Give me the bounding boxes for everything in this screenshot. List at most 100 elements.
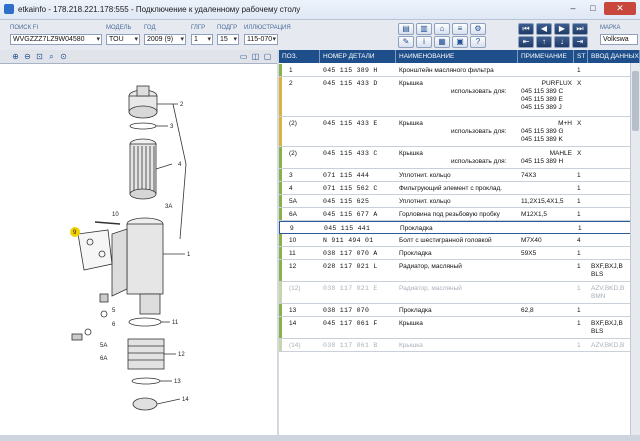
minimize-button[interactable]: –	[564, 2, 582, 15]
next-illustration-icon[interactable]: ▶	[554, 23, 570, 35]
table-row[interactable]: (14) 038 117 061 B Крышка 1 AZV,BKD,B	[279, 339, 640, 352]
cell-st: 1	[577, 320, 581, 327]
car-icon[interactable]: ⌂	[434, 23, 450, 35]
col-header-data-entry[interactable]: ВВОД ДАННЫХ	[588, 50, 640, 63]
maximize-button[interactable]: □	[584, 2, 602, 15]
row-marker	[279, 317, 282, 338]
cell-name: Прокладка	[399, 250, 432, 257]
cell-use-part: 045 115 389 C	[521, 88, 564, 95]
table-row[interactable]: (12) 038 117 021 E Радиатор, масляный 1 AZV,…	[279, 282, 640, 304]
help-icon[interactable]: ?	[470, 36, 486, 48]
cell-pos: 5A	[289, 198, 297, 205]
info-icon[interactable]: i	[416, 36, 432, 48]
cell-st: X	[577, 80, 582, 87]
cell-part-number: 045 115 389 H	[323, 67, 378, 74]
cell-use-part: 045 115 389 E	[521, 96, 563, 103]
cart-icon[interactable]: ▥	[416, 23, 432, 35]
cell-note: PURFLUX	[541, 80, 572, 87]
notes-icon[interactable]: ✎	[398, 36, 414, 48]
illustration-select[interactable]: 115-070	[244, 34, 278, 45]
callout-6[interactable]: 6	[112, 322, 116, 328]
col-header-note[interactable]: ПРИМЕЧАНИЕ	[518, 50, 574, 63]
catalog-icon[interactable]: ▦	[434, 36, 450, 48]
callout-5a[interactable]: 5A	[100, 343, 107, 349]
table-row[interactable]: 5A 045 115 625 Уплотнит. кольцо 11,2X15,4X1…	[279, 195, 640, 208]
callout-14[interactable]: 14	[182, 397, 189, 403]
prev-illustration-icon[interactable]: ◀	[536, 23, 552, 35]
zoom-fit-icon[interactable]: ⊡	[34, 52, 45, 62]
cell-pos: 6A	[289, 211, 297, 218]
brand-label: МАРКА	[600, 25, 621, 31]
table-row[interactable]: 2 045 115 433 D Крышка PURFLUX использовать …	[279, 77, 640, 117]
table-row[interactable]: (2) 045 115 433 E Крышка M+H использовать дл…	[279, 117, 640, 147]
last-illustration-icon[interactable]: ⏭	[572, 23, 588, 35]
cell-part-number: 038 117 021 E	[323, 285, 378, 292]
vin-field[interactable]: WVGZZZ7LZ9W04580	[10, 34, 102, 45]
col-header-st[interactable]: ST	[574, 50, 588, 63]
callout-12[interactable]: 12	[178, 352, 185, 358]
cell-part-number: 045 115 433 D	[323, 80, 378, 87]
list-icon[interactable]: ≡	[452, 23, 468, 35]
callout-5[interactable]: 5	[112, 308, 116, 314]
magnifier-icon[interactable]: ⊙	[58, 52, 69, 62]
callout-3a[interactable]: 3A	[165, 204, 172, 210]
table-row[interactable]: 3 071 115 444 Уплотнит. кольцо 74X3 1	[279, 169, 640, 182]
first-illustration-icon[interactable]: ⏮	[518, 23, 534, 35]
row-marker	[279, 64, 282, 76]
table-row[interactable]: 14 045 117 061 F Крышка 1 BXF,BXJ,B BLS	[279, 317, 640, 339]
callout-11[interactable]: 11	[172, 320, 179, 326]
scrollbar-thumb[interactable]	[632, 71, 639, 131]
zoom-out-icon[interactable]: ⊖	[22, 52, 33, 62]
callout-2[interactable]: 2	[180, 102, 184, 108]
first-group-icon[interactable]: ⇤	[518, 36, 534, 48]
table-row[interactable]: 1 045 115 389 H Кронштейн масляного фильтр…	[279, 64, 640, 77]
model-select[interactable]: TOU	[106, 34, 140, 45]
brand-field[interactable]: Volkswa	[600, 34, 638, 45]
year-select[interactable]: 2009 (9)	[144, 34, 186, 45]
callout-10[interactable]: 10	[112, 212, 119, 218]
cell-part-number: 038 117 061 B	[323, 342, 378, 349]
split-view-icon[interactable]: ◫	[250, 52, 261, 62]
next-group-icon[interactable]: ↓	[554, 36, 570, 48]
cell-st: 1	[577, 285, 581, 292]
table-row[interactable]: 10 N 911 494 01 Болт с шестигранной головк…	[279, 234, 640, 247]
cell-use-label: использовать для:	[451, 158, 507, 165]
cell-part-number: 038 117 070 A	[323, 250, 378, 257]
callout-6a[interactable]: 6A	[100, 356, 107, 362]
fullscreen-icon[interactable]: ▢	[262, 52, 273, 62]
table-row[interactable]: 13 038 117 070 Прокладка 62,8 1	[279, 304, 640, 317]
table-row[interactable]: 9 045 115 441 Прокладка 1	[279, 221, 640, 234]
table-row[interactable]: 11 038 117 070 A Прокладка 59X5 1	[279, 247, 640, 260]
settings-icon[interactable]: ⚙	[470, 23, 486, 35]
col-header-part-number[interactable]: НОМЕР ДЕТАЛИ	[320, 50, 396, 63]
table-row[interactable]: 4 071 115 562 C Фильтрующий элемент с прок…	[279, 182, 640, 195]
callout-13[interactable]: 13	[174, 379, 181, 385]
last-group-icon[interactable]: ⇥	[572, 36, 588, 48]
cell-name: Крышка	[399, 80, 423, 87]
table-row[interactable]: 6A 045 115 677 A Горловина под резьбовую п…	[279, 208, 640, 221]
group-select[interactable]: 1	[191, 34, 213, 45]
close-button[interactable]: ✕	[604, 2, 636, 15]
row-marker	[279, 77, 282, 116]
selector-bar: ПОИСК FI WVGZZZ7LZ9W04580 МОДЕЛЬ TOU ГОД…	[0, 20, 640, 50]
cell-pos: (2)	[289, 150, 297, 157]
callout-1[interactable]: 1	[187, 252, 191, 258]
zoom-area-icon[interactable]: ⌕	[46, 52, 57, 62]
layout-icon[interactable]: ▭	[238, 52, 249, 62]
cell-st: 1	[577, 67, 581, 74]
zoom-in-icon[interactable]: ⊕	[10, 52, 21, 62]
cell-name: Радиатор, масляный	[399, 285, 462, 292]
table-row[interactable]: 12 028 117 021 L Радиатор, масляный 1 BXF,BX…	[279, 260, 640, 282]
subgroup-select[interactable]: 15	[217, 34, 239, 45]
table-scrollbar[interactable]	[630, 63, 640, 435]
cell-name: Радиатор, масляный	[399, 263, 462, 270]
callout-4[interactable]: 4	[178, 162, 182, 168]
table-row[interactable]: (2) 045 115 433 C Крышка MAHLE использовать …	[279, 147, 640, 169]
col-header-name[interactable]: НАИМЕНОВАНИЕ	[396, 50, 518, 63]
cell-part-number: 045 117 061 F	[323, 320, 378, 327]
prev-group-icon[interactable]: ↑	[536, 36, 552, 48]
print-icon[interactable]: ▤	[398, 23, 414, 35]
book-icon[interactable]: ▣	[452, 36, 468, 48]
callout-3[interactable]: 3	[170, 124, 174, 130]
col-header-pos[interactable]: ПОЗ.	[279, 50, 320, 63]
